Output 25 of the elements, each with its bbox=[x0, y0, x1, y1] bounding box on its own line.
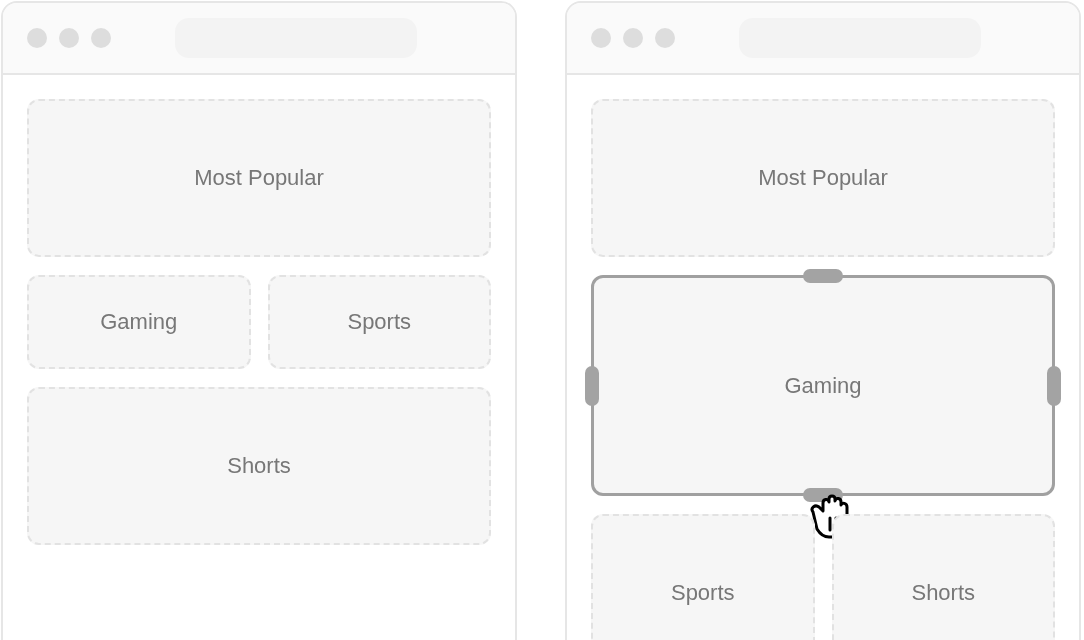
tile-label: Gaming bbox=[784, 372, 862, 399]
window-control-icon[interactable] bbox=[91, 28, 111, 48]
tile-label: Shorts bbox=[227, 453, 291, 479]
layout-tile[interactable]: Shorts bbox=[831, 514, 1055, 640]
window-control-icon[interactable] bbox=[623, 28, 643, 48]
tile-label: Sports bbox=[347, 309, 412, 335]
layout-tile[interactable]: Most Popular bbox=[591, 99, 1055, 257]
tile-label: Gaming bbox=[100, 309, 178, 335]
layout-tile[interactable]: Sports bbox=[591, 514, 815, 640]
resize-handle[interactable] bbox=[1047, 365, 1061, 406]
layout-tile[interactable]: Most Popular bbox=[27, 99, 491, 257]
tile-label: Most Popular bbox=[194, 165, 324, 191]
resize-handle[interactable] bbox=[585, 365, 599, 406]
window-control-icon[interactable] bbox=[59, 28, 79, 48]
window-control-icon[interactable] bbox=[27, 28, 47, 48]
tile-label: Sports bbox=[670, 580, 735, 606]
layout-tile[interactable]: Sports bbox=[267, 275, 491, 369]
window-control-icon[interactable] bbox=[655, 28, 675, 48]
tile-label: Most Popular bbox=[758, 165, 888, 191]
resize-handle[interactable] bbox=[803, 269, 843, 283]
layout-tile[interactable]: Gaming bbox=[591, 275, 1055, 496]
tile-label: Shorts bbox=[911, 580, 976, 606]
layout-tile[interactable]: Shorts bbox=[27, 387, 491, 545]
window-control-icon[interactable] bbox=[591, 28, 611, 48]
layout-tile[interactable]: Gaming bbox=[27, 275, 251, 369]
